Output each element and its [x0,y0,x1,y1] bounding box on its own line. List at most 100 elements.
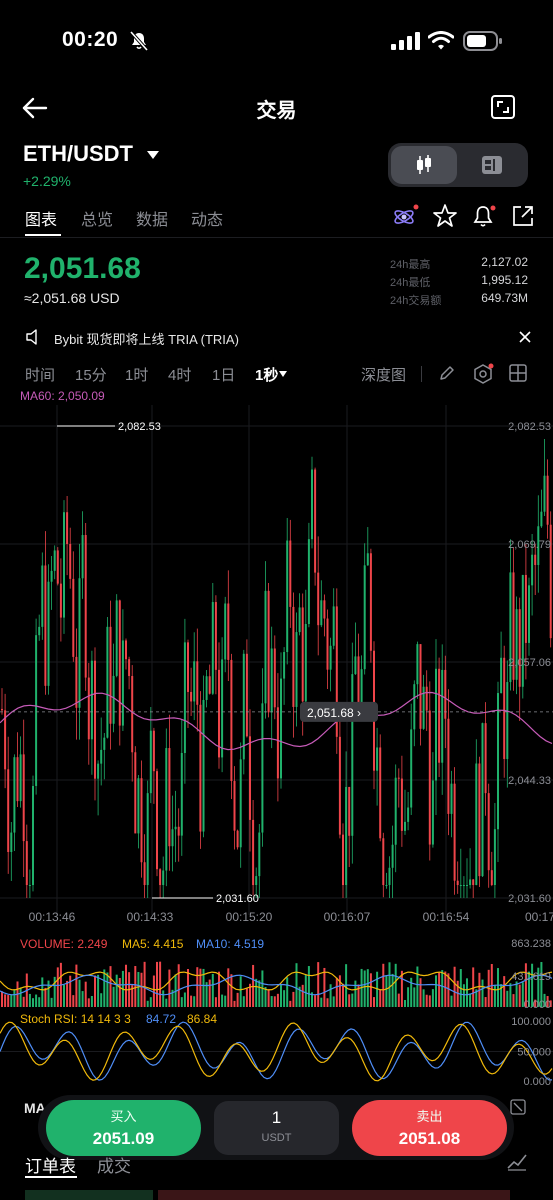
volume-bar [462,984,465,1007]
candle-body [233,781,236,831]
volume-bar [152,975,155,1007]
volume-bar [416,966,419,1007]
tab-overview[interactable]: 总览 [81,206,113,230]
buy-button[interactable]: 买入 2051.09 [46,1100,201,1156]
candle-body [230,659,233,782]
candle-body [221,659,224,758]
candle-body [35,635,38,786]
candle-body [475,763,478,886]
candle-body [366,553,369,566]
orderbook-view-button[interactable] [457,146,527,184]
expand-icon[interactable] [490,94,516,120]
depth-analysis-icon[interactable] [506,1150,528,1172]
volume-bar [373,997,375,1007]
candle-body [444,669,447,719]
tab-data[interactable]: 数据 [136,206,168,230]
candle-body [307,539,310,624]
candle-body [528,585,530,643]
candle-body [286,540,289,653]
announcement-bar[interactable]: Bybit 现货即将上线 TRIA (TRIA) [0,323,553,351]
ai-assistant-icon[interactable] [392,203,420,231]
bell-slash-icon [129,30,149,52]
volume-bar [208,979,211,1007]
stat-high-value: 2,127.02 [481,255,528,269]
volume-bar [385,975,388,1007]
volume-bar [394,963,397,1007]
layout-grid-icon[interactable] [509,364,527,382]
candle-body [326,618,329,670]
volume-ma5-label: MA5: 4.415 [122,937,184,951]
interval-4h[interactable]: 4时 [168,364,191,385]
tab-orderbook[interactable]: 订单表 [25,1152,76,1177]
indicator-settings-icon[interactable] [472,363,494,385]
volume-bar [404,1000,406,1007]
alert-bell-icon[interactable] [471,203,499,231]
volume-bar [187,969,189,1007]
announcement-text: Bybit 现货即将上线 TRIA (TRIA) [54,332,239,347]
volume-bar [301,984,304,1007]
volume-bar [236,992,239,1007]
expand-small-icon[interactable] [510,1099,526,1115]
candle-body [462,885,465,887]
volume-ma10-label: MA10: 4.519 [196,937,265,951]
candlestick-icon [417,155,431,174]
candle-body [497,693,499,830]
candle-body [280,678,282,779]
interval-caret-icon[interactable] [279,371,287,377]
sell-button[interactable]: 卖出 2051.08 [352,1100,507,1156]
candle-body [115,600,118,676]
candle-body [484,723,487,794]
candle-body [332,606,335,646]
interval-1d[interactable]: 1日 [212,364,235,385]
candle-body [524,574,527,643]
candle-body [174,826,177,830]
candle-view-button[interactable] [391,146,457,184]
depth-chart-tab[interactable]: 深度图 [361,364,406,385]
candle-body [428,710,431,845]
volume-bar [97,974,100,1007]
tab-trades[interactable]: 成交 [97,1152,131,1177]
interval-1h[interactable]: 1时 [125,364,148,385]
pencil-icon[interactable] [438,364,456,382]
share-icon[interactable] [510,203,536,229]
volume-bar [196,967,199,1007]
volume-bar [419,978,422,1007]
volume-bar [258,980,261,1007]
candle-body [193,661,196,702]
tab-chart[interactable]: 图表 [25,206,57,230]
candle-body [118,600,121,726]
interval-time[interactable]: 时间 [25,364,55,385]
volume-bar [44,987,47,1007]
quantity-field[interactable]: 1 USDT [214,1101,339,1155]
candle-body [162,870,165,886]
volume-bar [422,989,425,1007]
volume-bar [397,993,400,1007]
tab-feed[interactable]: 动态 [191,206,223,230]
volume-bar [286,977,289,1007]
candle-body [208,676,211,694]
candle-body [239,759,242,848]
candle-body [351,674,354,836]
volume-bar [363,970,366,1007]
pair-change: +2.29% [23,173,71,189]
close-icon[interactable] [519,331,531,343]
star-icon[interactable] [432,203,458,229]
pair-symbol[interactable]: ETH/USDT [23,141,133,167]
candle-body [32,785,34,886]
candle-body [236,830,239,848]
interval-15m[interactable]: 15分 [75,364,107,385]
candle-body [379,747,382,839]
candle-body [301,607,304,702]
volume-bar [342,983,344,1007]
price-chart[interactable]: 2,051.68 › 2,082.53 2,069.79 2,057.06 2,044.… [0,405,553,1095]
candle-body [273,648,276,708]
order-tab-underline [25,1176,77,1178]
candle-body [81,535,84,579]
candle-body [416,644,419,685]
volume-bar [255,978,258,1007]
volume-bar [351,993,354,1007]
candle-body [360,669,363,708]
caret-down-icon[interactable] [147,151,159,159]
interval-1s[interactable]: 1秒 [255,364,278,385]
candle-body [97,763,100,779]
